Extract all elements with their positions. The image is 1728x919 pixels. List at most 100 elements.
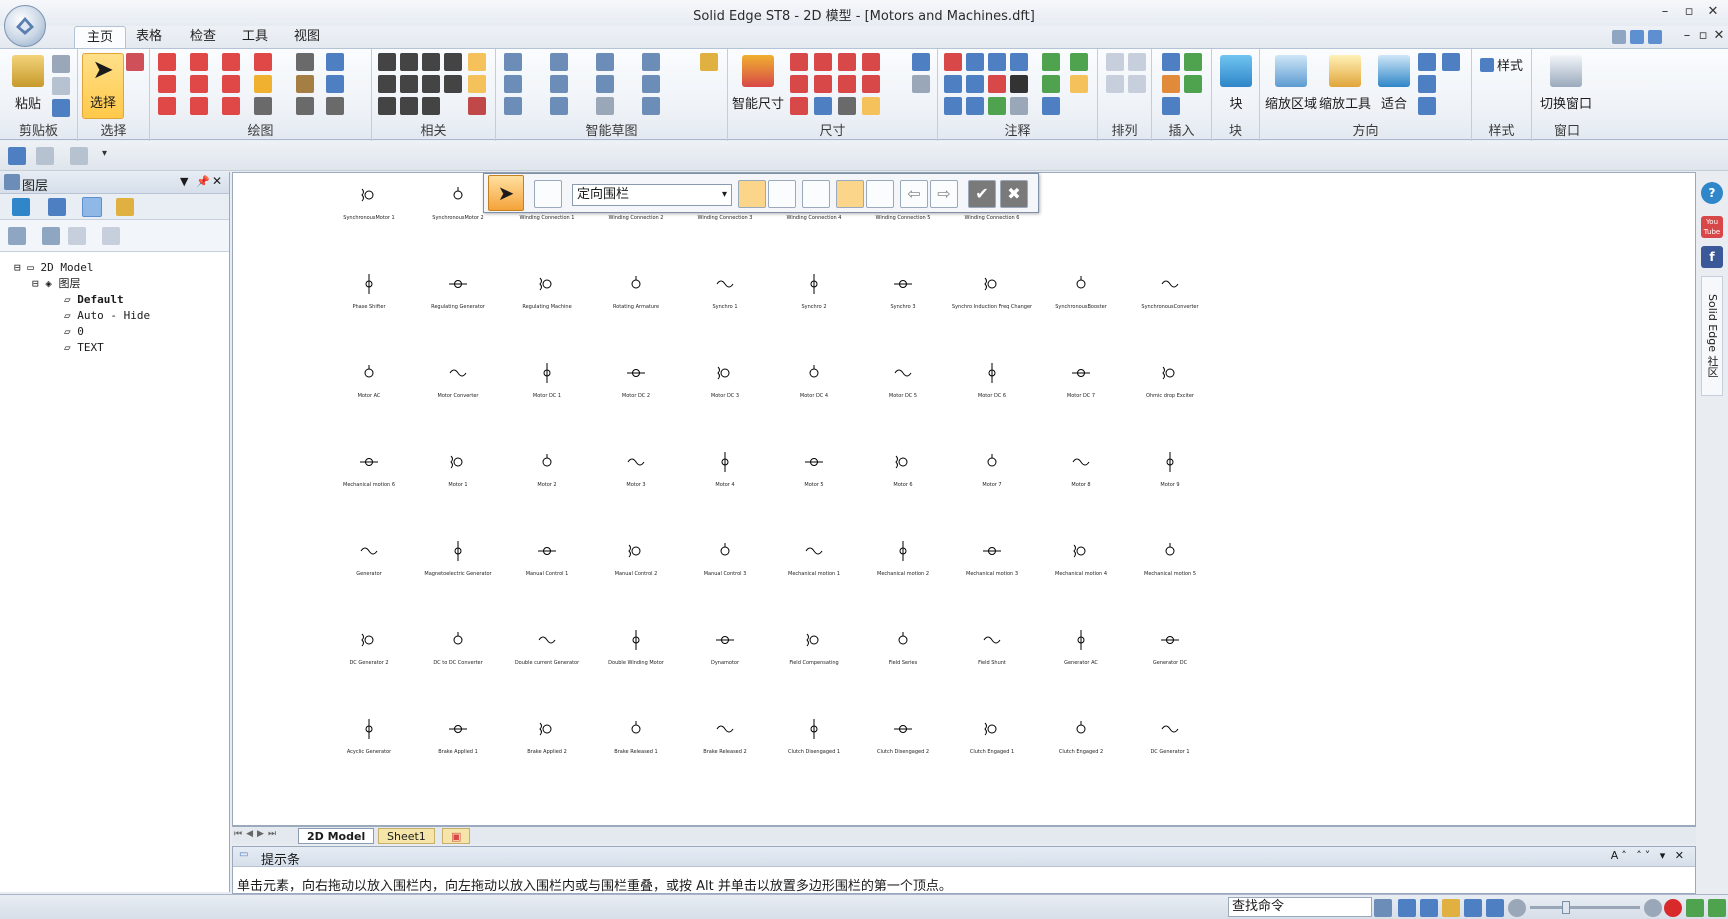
paste-button[interactable]: 粘贴 (8, 55, 48, 112)
pattern-icon[interactable] (296, 97, 314, 115)
fill-icon[interactable] (296, 75, 314, 93)
chamfer-icon[interactable] (190, 97, 208, 115)
symmetric-dim-icon[interactable] (790, 75, 808, 93)
move-icon[interactable] (254, 75, 272, 93)
point-on-check-icon[interactable] (504, 97, 522, 115)
tab-inspect[interactable]: 检查 (178, 26, 228, 48)
select-tool-icon[interactable] (126, 53, 144, 71)
text-box-icon[interactable] (1162, 53, 1180, 71)
symbol-item[interactable]: Manual Control 3 (682, 539, 768, 577)
previous-view-icon[interactable] (1418, 75, 1436, 93)
symbol-item[interactable]: Brake Applied 2 (504, 717, 590, 755)
midpoint-check-icon[interactable] (504, 75, 522, 93)
annotation-b-icon[interactable] (1070, 75, 1088, 93)
symbol-item[interactable]: SynchronousMotor 1 (326, 183, 412, 221)
symbol-item[interactable]: SynchronousConverter (1127, 272, 1213, 310)
dim-style-icon[interactable] (912, 75, 930, 93)
move-layer-icon[interactable] (102, 227, 120, 245)
symbol-item[interactable]: DC to DC Converter (415, 628, 501, 666)
pan-status-icon[interactable] (1442, 899, 1460, 917)
concentric-icon[interactable] (422, 53, 440, 71)
symbol-item[interactable]: Clutch Engaged 2 (1038, 717, 1124, 755)
symbol-item[interactable]: Field Shunt (949, 628, 1035, 666)
intersection-check-icon[interactable] (550, 75, 568, 93)
text-icon[interactable] (1010, 75, 1028, 93)
layer-select-icon[interactable] (738, 180, 766, 208)
tangent-check-icon[interactable] (596, 53, 614, 71)
rectangle-icon[interactable] (158, 75, 176, 93)
retrieve-dim-icon[interactable] (862, 75, 880, 93)
symbol-item[interactable]: Generator AC (1038, 628, 1124, 666)
hyperlink-icon[interactable] (1184, 75, 1202, 93)
drawing-canvas[interactable]: SynchronousMotor 1 SynchronousMotor 2 Wind… (232, 172, 1696, 826)
zoom-in-icon[interactable] (1644, 899, 1662, 917)
symbol-item[interactable]: Brake Applied 1 (415, 717, 501, 755)
symbol-item[interactable]: Motor 9 (1127, 450, 1213, 488)
symbol-item[interactable]: Acyclic Generator (326, 717, 412, 755)
zoom-out-icon[interactable] (1508, 899, 1526, 917)
symbol-item[interactable]: Synchro 3 (860, 272, 946, 310)
angular-coord-dim-icon[interactable] (862, 53, 880, 71)
zoom-area-status-icon[interactable] (1398, 899, 1416, 917)
zoom-slider[interactable] (1530, 901, 1640, 914)
tab-home[interactable]: 主页 (74, 26, 127, 48)
tree-node-text[interactable]: ▱ TEXT (64, 340, 104, 356)
switch-window-button[interactable]: 切换窗口 (1534, 55, 1598, 112)
angle-dim-icon[interactable] (814, 53, 832, 71)
help-small-icon[interactable] (1612, 30, 1626, 44)
symbol-item[interactable]: Ohmic drop Exciter (1127, 361, 1213, 399)
collinear-icon[interactable] (422, 97, 440, 115)
bolt-hole-icon[interactable] (1042, 53, 1060, 71)
tab-view[interactable]: 视图 (282, 26, 332, 48)
center-mark2-icon[interactable] (1042, 75, 1060, 93)
fit-button[interactable]: 适合 (1374, 55, 1414, 112)
sheet-tab-2d-model[interactable]: 2D Model (298, 828, 375, 844)
youtube-icon[interactable]: You Tube (1701, 216, 1723, 238)
callout-icon[interactable] (966, 53, 984, 71)
pin-icon[interactable]: 📌 (196, 175, 210, 188)
fillet-icon[interactable] (254, 53, 272, 71)
symbol-item[interactable]: DC Generator 1 (1127, 717, 1213, 755)
connect-icon[interactable] (378, 53, 396, 71)
cancel-icon[interactable]: ✖ (1000, 180, 1028, 208)
sheet-nav-icons[interactable]: ⏮◀▶⏭ (234, 829, 280, 839)
symbol-item[interactable]: Motor DC 2 (593, 361, 679, 399)
relate-highlight-icon[interactable] (468, 53, 486, 71)
tab-tools[interactable]: 工具 (230, 26, 280, 48)
symbol-item[interactable]: Mechanical motion 1 (771, 539, 857, 577)
paste-special-icon[interactable] (52, 99, 70, 117)
tree-node-auto-hide[interactable]: ▱ Auto - Hide (64, 308, 150, 324)
leader-icon[interactable] (944, 53, 962, 71)
arc-icon[interactable] (190, 53, 208, 71)
symbol-item[interactable]: Mechanical motion 5 (1127, 539, 1213, 577)
rigid-icon[interactable] (378, 97, 396, 115)
symbol-item[interactable]: Brake Released 2 (682, 717, 768, 755)
library-tab-icon[interactable] (12, 198, 30, 216)
bring-front-icon[interactable] (1106, 75, 1124, 93)
annotation-a-icon[interactable] (1070, 53, 1088, 71)
symbol-item[interactable]: Mechanical motion 6 (326, 450, 412, 488)
maintain-icon[interactable] (468, 97, 486, 115)
new-sheet-icon[interactable]: ▣ (442, 828, 471, 844)
zoom-icon[interactable] (1418, 53, 1436, 71)
symmetric-icon[interactable] (400, 97, 418, 115)
symbol-item[interactable]: Brake Released 1 (593, 717, 679, 755)
customize-qat-icon[interactable]: ▾ (102, 148, 107, 159)
status-extra-icon[interactable] (1708, 899, 1726, 917)
layout-icon[interactable] (1648, 30, 1662, 44)
save-icon[interactable] (8, 147, 26, 165)
datum-target-icon[interactable] (966, 97, 984, 115)
symbol-item[interactable]: Clutch Engaged 1 (949, 717, 1035, 755)
sheet-tab-sheet1[interactable]: Sheet1 (378, 828, 435, 844)
symbol-item[interactable]: Motor DC 7 (1038, 361, 1124, 399)
arrow-left-icon[interactable]: ⇦ (900, 180, 928, 208)
symbol-item[interactable]: Phase Shifter (326, 272, 412, 310)
quadrant-check-icon[interactable] (550, 97, 568, 115)
symbol-item[interactable]: Motor 6 (860, 450, 946, 488)
center-mark-icon[interactable] (1010, 97, 1028, 115)
undo-icon[interactable] (36, 147, 54, 165)
symbol-item[interactable]: Motor 3 (593, 450, 679, 488)
properties-tab-icon[interactable] (116, 198, 134, 216)
application-button[interactable] (4, 5, 46, 47)
symbol-item[interactable]: Clutch Disengaged 1 (771, 717, 857, 755)
